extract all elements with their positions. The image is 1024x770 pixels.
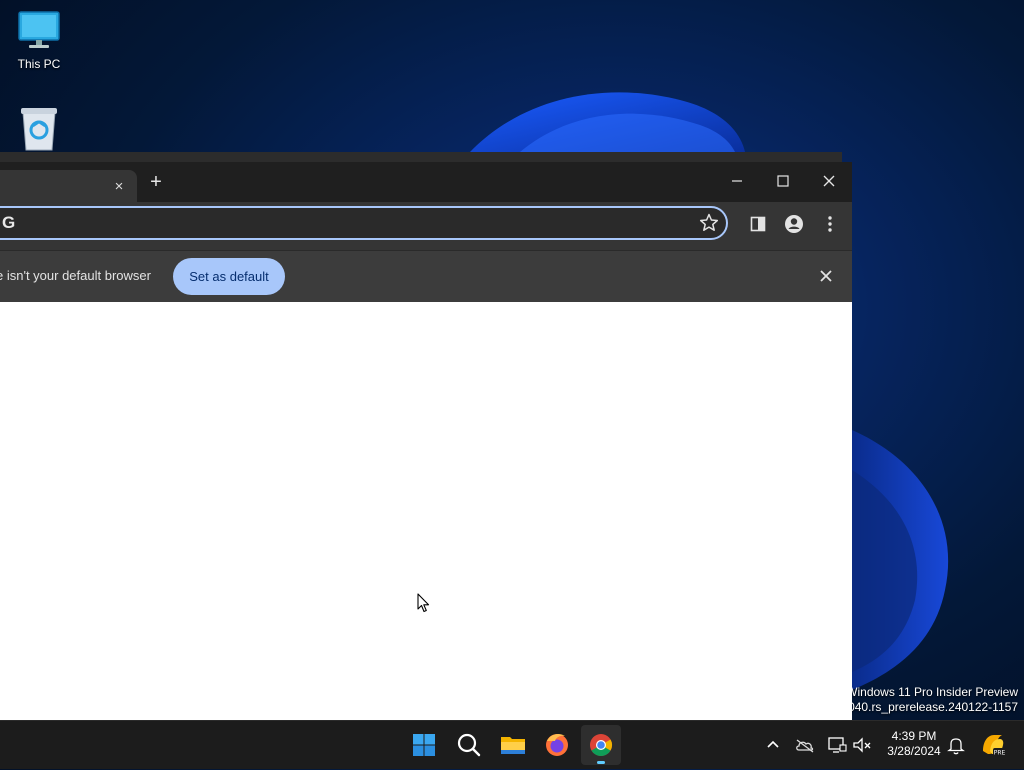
close-icon: [820, 270, 832, 282]
svg-text:PRE: PRE: [994, 750, 1006, 757]
copilot-pre-button[interactable]: PRE: [978, 729, 1008, 759]
chrome-taskbar-button[interactable]: [581, 725, 621, 765]
browser-toolbar: G: [0, 202, 852, 250]
bookmark-star-button[interactable]: [695, 209, 723, 237]
network-button[interactable]: [825, 733, 849, 757]
maximize-button[interactable]: [760, 162, 806, 200]
windows-watermark: Windows 11 Pro Insider Preview 26040.rs_…: [835, 685, 1018, 715]
side-panel-icon: [750, 216, 766, 232]
close-icon: [823, 175, 835, 187]
tab-close-button[interactable]: ×: [111, 179, 127, 195]
menu-button[interactable]: [816, 210, 844, 238]
clock-date: 3/28/2024: [887, 744, 941, 758]
desktop-icon-label: This PC: [17, 57, 61, 71]
minimize-button[interactable]: [714, 162, 760, 200]
profile-icon: [785, 215, 803, 233]
cloud-off-icon: [796, 739, 814, 753]
network-icon: [828, 737, 847, 753]
close-window-button[interactable]: [806, 162, 852, 200]
chrome-window: × + G e isn't your default browser Set a…: [0, 162, 852, 720]
folder-icon: [501, 737, 525, 754]
address-bar[interactable]: G: [0, 206, 728, 240]
chevron-up-icon: [767, 740, 779, 748]
search-icon: [457, 733, 481, 757]
desktop-icon-recycle-bin[interactable]: [8, 106, 70, 155]
minimize-icon: [732, 180, 742, 182]
volume-button[interactable]: [850, 733, 874, 757]
mouse-cursor-icon: [417, 593, 430, 613]
monitor-icon: [18, 11, 60, 48]
windows-logo-icon: [413, 734, 435, 756]
star-icon: [699, 213, 719, 231]
watermark-line-1: Windows 11 Pro Insider Preview: [846, 685, 1018, 699]
bell-icon: [947, 738, 965, 755]
side-panel-button[interactable]: [744, 210, 772, 238]
profile-button[interactable]: [780, 210, 808, 238]
maximize-icon: [777, 175, 789, 187]
address-bar-text: G: [2, 213, 16, 232]
page-content[interactable]: [0, 302, 852, 720]
taskbar-search-button[interactable]: [449, 725, 489, 765]
infobar-message: e isn't your default browser: [0, 268, 151, 283]
onedrive-button[interactable]: [793, 733, 817, 757]
default-browser-infobar: e isn't your default browser Set as defa…: [0, 250, 852, 303]
title-bar[interactable]: × +: [0, 162, 852, 202]
speaker-muted-icon: [853, 737, 871, 753]
notifications-button[interactable]: [944, 733, 968, 757]
file-explorer-button[interactable]: [493, 725, 533, 765]
browser-tab[interactable]: ×: [0, 170, 137, 202]
start-button[interactable]: [404, 725, 444, 765]
copilot-pre-icon: PRE: [983, 735, 1006, 757]
new-tab-button[interactable]: +: [146, 172, 166, 193]
taskbar: 4:39 PM 3/28/2024 PRE: [0, 720, 1024, 769]
show-hidden-icons-button[interactable]: [761, 733, 785, 757]
watermark-line-2: 26040.rs_prerelease.240122-1157: [834, 700, 1018, 714]
more-vertical-icon: [828, 216, 832, 232]
recycle-bin-icon: [21, 108, 57, 151]
taskbar-clock[interactable]: 4:39 PM 3/28/2024: [880, 729, 948, 759]
clock-time: 4:39 PM: [891, 729, 937, 743]
firefox-button[interactable]: [537, 725, 577, 765]
chrome-icon: [590, 734, 612, 764]
set-as-default-button[interactable]: Set as default: [173, 258, 285, 295]
firefox-icon: [546, 733, 568, 756]
infobar-close-button[interactable]: [816, 266, 836, 286]
desktop-icon-this-pc[interactable]: This PC: [8, 10, 70, 71]
